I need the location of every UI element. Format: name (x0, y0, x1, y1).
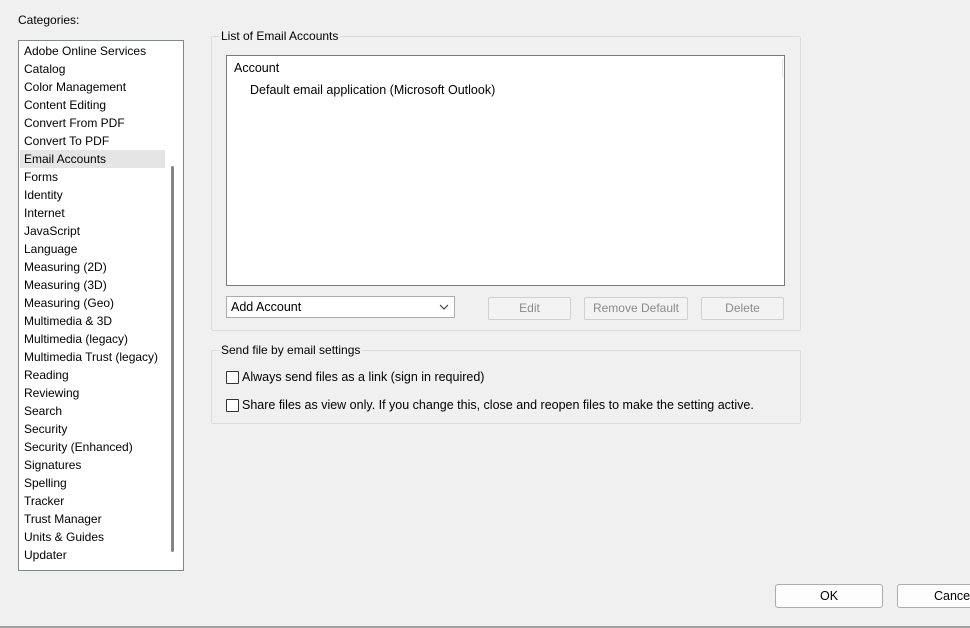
category-item[interactable]: Catalog (20, 60, 165, 78)
category-item[interactable]: Multimedia & 3D (20, 312, 165, 330)
category-item[interactable]: Reading (20, 366, 165, 384)
category-item[interactable]: Multimedia (legacy) (20, 330, 165, 348)
email-accounts-list[interactable]: Account Default email application (Micro… (226, 55, 785, 286)
category-item[interactable]: Reviewing (20, 384, 165, 402)
category-item[interactable]: Trust Manager (20, 510, 165, 528)
cancel-button[interactable]: Cancel (897, 584, 970, 608)
view-only-label[interactable]: Share files as view only. If you change … (242, 398, 754, 413)
category-item[interactable]: Spelling (20, 474, 165, 492)
chevron-down-icon (439, 297, 449, 317)
categories-scrollbar[interactable] (171, 166, 174, 552)
ok-button[interactable]: OK (775, 584, 883, 608)
category-item[interactable]: Measuring (2D) (20, 258, 165, 276)
category-item[interactable]: Tracker (20, 492, 165, 510)
category-item[interactable]: JavaScript (20, 222, 165, 240)
category-item[interactable]: Color Management (20, 78, 165, 96)
category-item[interactable]: Units & Guides (20, 528, 165, 546)
category-item[interactable]: Identity (20, 186, 165, 204)
email-accounts-group-title: List of Email Accounts (221, 29, 339, 43)
category-item[interactable]: Security (20, 420, 165, 438)
always-send-link-checkbox[interactable] (226, 371, 239, 384)
send-settings-group-title: Send file by email settings (221, 343, 361, 357)
add-account-value: Add Account (231, 300, 302, 314)
category-item[interactable]: Language (20, 240, 165, 258)
categories-label: Categories: (18, 13, 80, 27)
always-send-link-label[interactable]: Always send files as a link (sign in req… (242, 370, 484, 385)
categories-list[interactable]: Adobe Online Services Catalog Color Manage… (18, 40, 184, 571)
category-item[interactable]: Signatures (20, 456, 165, 474)
category-item[interactable]: Internet (20, 204, 165, 222)
account-column-header[interactable]: Account (234, 61, 279, 75)
category-item[interactable]: Security (Enhanced) (20, 438, 165, 456)
category-item[interactable]: Measuring (Geo) (20, 294, 165, 312)
category-item[interactable]: Email Accounts (20, 150, 165, 168)
remove-default-button[interactable]: Remove Default (584, 297, 688, 320)
category-item[interactable]: Measuring (3D) (20, 276, 165, 294)
category-item[interactable]: Convert To PDF (20, 132, 165, 150)
category-item[interactable]: Updater (20, 546, 165, 564)
category-item[interactable]: Forms (20, 168, 165, 186)
add-account-dropdown[interactable]: Add Account (226, 296, 455, 318)
category-item[interactable]: Convert From PDF (20, 114, 165, 132)
column-divider (782, 58, 783, 78)
category-item[interactable]: Multimedia Trust (legacy) (20, 348, 165, 366)
view-only-checkbox[interactable] (226, 399, 239, 412)
account-row[interactable]: Default email application (Microsoft Out… (250, 83, 495, 97)
edit-button[interactable]: Edit (488, 297, 571, 320)
category-item[interactable]: Search (20, 402, 165, 420)
delete-button[interactable]: Delete (701, 297, 784, 320)
category-item[interactable]: Adobe Online Services (20, 42, 165, 60)
category-item[interactable]: Content Editing (20, 96, 165, 114)
